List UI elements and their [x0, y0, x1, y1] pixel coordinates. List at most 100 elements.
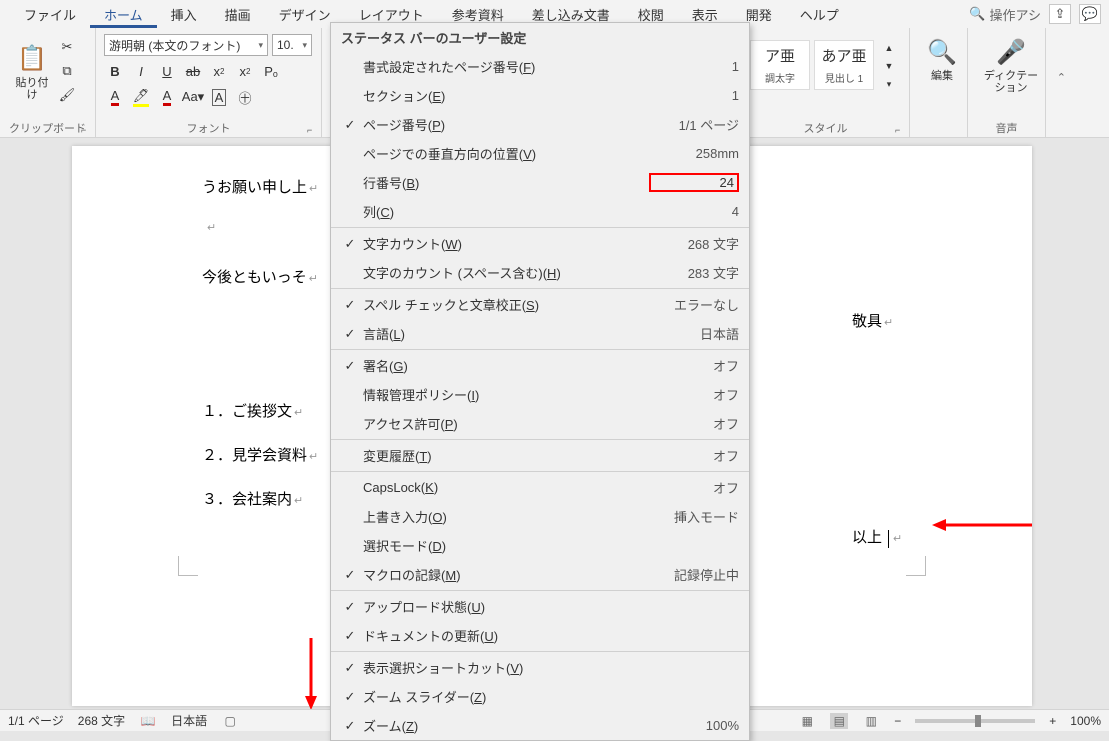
font-launcher[interactable]: ⌐ [307, 125, 317, 135]
annotation-arrow-down [300, 638, 322, 709]
zoom-in-button[interactable]: + [1049, 714, 1056, 728]
context-menu-item[interactable]: CapsLock(K)オフ [331, 473, 749, 502]
style-name: 調太字 [765, 70, 795, 85]
zoom-slider-thumb[interactable] [975, 715, 981, 727]
italic-button[interactable]: I [130, 60, 152, 82]
search-icon: 🔍 [969, 6, 985, 22]
context-menu-item[interactable]: ✓マクロの記録(M)記録停止中 [331, 560, 749, 589]
crop-mark-bl [178, 556, 198, 576]
context-menu-item[interactable]: セクション(E)1 [331, 81, 749, 110]
context-menu-item[interactable]: 変更履歴(T)オフ [331, 441, 749, 470]
font-color-button[interactable]: A [104, 86, 126, 108]
separator [331, 471, 749, 472]
menu-file[interactable]: ファイル [10, 1, 90, 28]
tell-me-search[interactable]: 🔍 操作アシ [969, 5, 1041, 24]
highlight-button[interactable]: 🖊 [130, 86, 152, 108]
check-icon: ✓ [337, 599, 363, 615]
zoom-level[interactable]: 100% [1070, 714, 1101, 728]
chevron-up-icon: ⌃ [1057, 71, 1066, 84]
check-icon: ✓ [337, 358, 363, 374]
print-layout-icon[interactable]: ▤ [830, 713, 848, 729]
context-menu-item-label: アップロード状態(U) [363, 597, 649, 616]
style-name: 見出し 1 [825, 70, 863, 85]
character-border-button[interactable]: A [208, 86, 230, 108]
context-menu-item[interactable]: ✓スペル チェックと文章校正(S)エラーなし [331, 290, 749, 319]
read-mode-icon[interactable]: ▦ [798, 713, 816, 729]
context-menu-item[interactable]: 列(C)4 [331, 197, 749, 226]
zoom-slider[interactable] [915, 719, 1035, 723]
web-layout-icon[interactable]: ▥ [862, 713, 880, 729]
separator [331, 439, 749, 440]
change-case-button[interactable]: Aa▾ [182, 86, 204, 108]
comments-icon[interactable]: 💬 [1079, 4, 1101, 24]
status-language[interactable]: 日本語 [171, 712, 207, 729]
macro-record-icon[interactable]: ▢ [221, 713, 239, 729]
check-icon: ✓ [337, 689, 363, 705]
context-menu-item[interactable]: 上書き入力(O)挿入モード [331, 502, 749, 531]
editing-label: 編集 [931, 70, 953, 82]
phonetic-guide-button[interactable]: Pₒ [260, 60, 282, 82]
styles-scroll-down[interactable]: ▼ [878, 58, 900, 74]
styles-launcher[interactable]: ⌐ [895, 125, 905, 135]
doc-line-6: ３．会社案内 [202, 488, 303, 509]
ribbon-group-dictation: 🎤 ディクテーション 音声 [968, 28, 1046, 137]
strikethrough-button[interactable]: ab [182, 60, 204, 82]
cut-button[interactable]: ✂ [56, 36, 78, 58]
paste-button[interactable]: 📋 貼り付け [8, 32, 56, 112]
doc-line-5: ２．見学会資料 [202, 444, 318, 465]
context-menu-item[interactable]: ✓ズーム スライダー(Z) [331, 682, 749, 711]
clipboard-launcher[interactable]: ⌐ [81, 125, 91, 135]
enclose-character-button[interactable]: ㊉ [234, 86, 256, 108]
context-menu-item[interactable]: 書式設定されたページ番号(F)1 [331, 52, 749, 81]
copy-button[interactable]: ⧉ [56, 60, 78, 82]
menu-draw[interactable]: 描画 [211, 1, 265, 28]
context-menu-item[interactable]: ✓言語(L)日本語 [331, 319, 749, 348]
context-menu-item[interactable]: ✓表示選択ショートカット(V) [331, 653, 749, 682]
editing-button[interactable]: 🔍 編集 [918, 32, 966, 86]
status-page[interactable]: 1/1 ページ [8, 712, 64, 729]
context-menu-item[interactable]: 文字のカウント (スペース含む)(H)283 文字 [331, 258, 749, 287]
dictation-button[interactable]: 🎤 ディクテーション [976, 32, 1046, 98]
context-menu-item[interactable]: ✓ページ番号(P)1/1 ページ [331, 110, 749, 139]
context-menu-item[interactable]: ページでの垂直方向の位置(V)258mm [331, 139, 749, 168]
text-effects-button[interactable]: A [156, 86, 178, 108]
context-menu-item-value: 挿入モード [649, 507, 739, 526]
context-menu-item[interactable]: ✓ドキュメントの更新(U) [331, 621, 749, 650]
separator [331, 227, 749, 228]
context-menu-item-value: 1 [649, 88, 739, 103]
check-icon: ✓ [337, 660, 363, 676]
font-size-combo[interactable]: 10.▾ [272, 34, 312, 56]
styles-expand[interactable]: ▾ [878, 76, 900, 92]
styles-scroll-up[interactable]: ▲ [878, 40, 900, 56]
format-painter-button[interactable]: 🖌 [56, 84, 78, 106]
context-menu-item-value: 1/1 ページ [649, 115, 739, 134]
superscript-button[interactable]: x2 [234, 60, 256, 82]
ribbon-collapse[interactable]: ⌃ [1046, 28, 1074, 137]
context-menu-item[interactable]: ✓ズーム(Z)100% [331, 711, 749, 740]
clipboard-icon: 📋 [17, 43, 47, 75]
context-menu-item[interactable]: ✓署名(G)オフ [331, 351, 749, 380]
spell-check-icon[interactable]: 📖 [139, 713, 157, 729]
style-emphasis-bold[interactable]: ア亜 調太字 [750, 40, 810, 90]
menu-home[interactable]: ホーム [90, 1, 157, 28]
menu-insert[interactable]: 挿入 [157, 1, 211, 28]
context-menu-item[interactable]: 選択モード(D) [331, 531, 749, 560]
font-size-value: 10. [277, 38, 294, 52]
share-icon[interactable]: ⇪ [1049, 4, 1071, 24]
zoom-out-button[interactable]: − [894, 714, 901, 728]
status-words[interactable]: 268 文字 [78, 712, 125, 729]
context-menu-item[interactable]: アクセス許可(P)オフ [331, 409, 749, 438]
underline-button[interactable]: U [156, 60, 178, 82]
context-menu-item-label: 言語(L) [363, 324, 649, 343]
font-name-combo[interactable]: 游明朝 (本文のフォント)▾ [104, 34, 268, 56]
context-menu-item[interactable]: 行番号(B)24 [331, 168, 749, 197]
bold-button[interactable]: B [104, 60, 126, 82]
context-menu-item[interactable]: 情報管理ポリシー(I)オフ [331, 380, 749, 409]
context-menu-item[interactable]: ✓アップロード状態(U) [331, 592, 749, 621]
menu-help[interactable]: ヘルプ [786, 1, 853, 28]
subscript-button[interactable]: x2 [208, 60, 230, 82]
style-heading-1[interactable]: あア亜 見出し 1 [814, 40, 874, 90]
context-menu-item[interactable]: ✓文字カウント(W)268 文字 [331, 229, 749, 258]
context-menu-item-label: ズーム スライダー(Z) [363, 687, 649, 706]
brush-icon: 🖌 [59, 87, 76, 103]
